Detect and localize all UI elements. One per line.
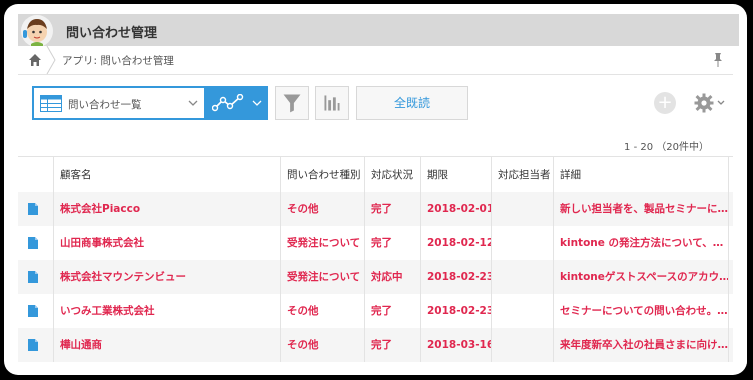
cell-type[interactable]: 受発注について (281, 260, 365, 294)
column-header-detail[interactable]: 詳細 (554, 157, 729, 193)
table-header: 顧客名 問い合わせ種別 対応状況 期限 対応担当者 詳細 (18, 156, 739, 194)
cell-customer[interactable]: 株式会社Piacco (54, 192, 281, 226)
table-row[interactable]: いつみ工業株式会社 その他 完了 2018-02-23 セミナーについての問い合わせ。… (18, 294, 739, 328)
cell-assignee[interactable] (492, 260, 554, 294)
cell-type[interactable]: その他 (281, 294, 365, 328)
cell-deadline[interactable]: 2018-03-16 (421, 328, 492, 362)
cell-assignee[interactable] (492, 192, 554, 226)
cell-status[interactable]: 対応中 (365, 260, 421, 294)
app-window: 問い合わせ管理 アプリ: 問い合わせ管理 問い合わせ一覧 全既読 + 1 - 2… (4, 4, 747, 375)
filter-icon (283, 94, 301, 113)
column-header-type[interactable]: 問い合わせ種別 (281, 157, 365, 193)
view-selector[interactable]: 問い合わせ一覧 (32, 86, 206, 120)
graph-view-button[interactable] (206, 86, 268, 120)
chart-button[interactable] (315, 86, 349, 120)
list-view-icon (40, 95, 62, 112)
cell-assignee[interactable] (492, 328, 554, 362)
cell-status[interactable]: 完了 (365, 294, 421, 328)
document-icon[interactable] (28, 237, 38, 249)
breadcrumb: アプリ: 問い合わせ管理 (18, 46, 739, 75)
cell-deadline[interactable]: 2018-02-23 (421, 260, 492, 294)
cell-deadline[interactable]: 2018-02-12 (421, 226, 492, 260)
cell-status[interactable]: 完了 (365, 192, 421, 226)
pin-icon[interactable] (711, 52, 725, 68)
cell-detail[interactable]: セミナーについての問い合わせ。… (554, 294, 729, 328)
view-selector-label: 問い合わせ一覧 (68, 99, 142, 111)
breadcrumb-separator (46, 46, 56, 74)
table-row[interactable]: 株式会社Piacco その他 完了 2018-02-01 新しい担当者を、製品セミナーに… (18, 192, 739, 226)
cell-customer[interactable]: 株式会社マウンテンビュー (54, 260, 281, 294)
records-table: 顧客名 問い合わせ種別 対応状況 期限 対応担当者 詳細 株式会社Piacco そ… (18, 156, 739, 366)
cell-type[interactable]: その他 (281, 192, 365, 226)
cell-assignee[interactable] (492, 226, 554, 260)
cell-detail[interactable]: 来年度新卒入社の社員さまに向け… (554, 328, 729, 362)
cell-type[interactable]: 受発注について (281, 226, 365, 260)
column-header-deadline[interactable]: 期限 (421, 157, 492, 193)
column-header-customer[interactable]: 顧客名 (54, 157, 281, 193)
cell-detail-link[interactable] (18, 192, 54, 226)
graph-icon (212, 94, 244, 112)
mark-all-read-button[interactable]: 全既読 (356, 86, 468, 120)
table-row[interactable]: 山田商事株式会社 受発注について 完了 2018-02-12 kintone の発注方法… (18, 226, 739, 260)
cell-detail-link[interactable] (18, 226, 54, 260)
app-header: 問い合わせ管理 (18, 14, 739, 48)
breadcrumb-app-link[interactable]: アプリ: 問い合わせ管理 (62, 53, 174, 68)
cell-customer[interactable]: 樺山通商 (54, 328, 281, 362)
gear-icon[interactable] (692, 92, 726, 114)
filter-button[interactable] (275, 86, 309, 120)
cell-detail-link[interactable] (18, 294, 54, 328)
home-icon[interactable] (28, 53, 42, 67)
cell-status[interactable]: 完了 (365, 328, 421, 362)
add-record-button[interactable]: + (654, 92, 676, 114)
cell-assignee[interactable] (492, 294, 554, 328)
cell-customer[interactable]: 山田商事株式会社 (54, 226, 281, 260)
cell-detail-link[interactable] (18, 260, 54, 294)
cell-detail[interactable]: 新しい担当者を、製品セミナーに… (554, 192, 729, 226)
cell-detail-link[interactable] (18, 328, 54, 362)
cell-status[interactable]: 完了 (365, 226, 421, 260)
toolbar: 問い合わせ一覧 全既読 + 1 - 20 （20件中） (18, 74, 739, 158)
bar-chart-icon (324, 95, 340, 111)
avatar-icon (21, 15, 53, 48)
column-header-assignee[interactable]: 対応担当者 (492, 157, 554, 193)
document-icon[interactable] (28, 305, 38, 317)
cell-deadline[interactable]: 2018-02-23 (421, 294, 492, 328)
cell-type[interactable]: その他 (281, 328, 365, 362)
scrollbar[interactable] (733, 46, 747, 366)
cell-detail[interactable]: kintoneゲストスペースのアカウ… (554, 260, 729, 294)
document-icon[interactable] (28, 271, 38, 283)
document-icon[interactable] (28, 203, 38, 215)
pagination-info: 1 - 20 （20件中） (624, 142, 709, 153)
table-row[interactable]: 株式会社マウンテンビュー 受発注について 対応中 2018-02-23 kintoneゲ… (18, 260, 739, 294)
cell-detail[interactable]: kintone の発注方法について、… (554, 226, 729, 260)
app-title: 問い合わせ管理 (66, 26, 158, 41)
table-row[interactable]: 樺山通商 その他 完了 2018-03-16 来年度新卒入社の社員さまに向け… (18, 328, 739, 362)
chevron-down-icon (188, 100, 198, 106)
header-icon-column (18, 157, 54, 193)
plus-icon: + (657, 92, 673, 113)
document-icon[interactable] (28, 339, 38, 351)
cell-customer[interactable]: いつみ工業株式会社 (54, 294, 281, 328)
chevron-down-icon (252, 100, 262, 106)
column-header-status[interactable]: 対応状況 (365, 157, 421, 193)
cell-deadline[interactable]: 2018-02-01 (421, 192, 492, 226)
